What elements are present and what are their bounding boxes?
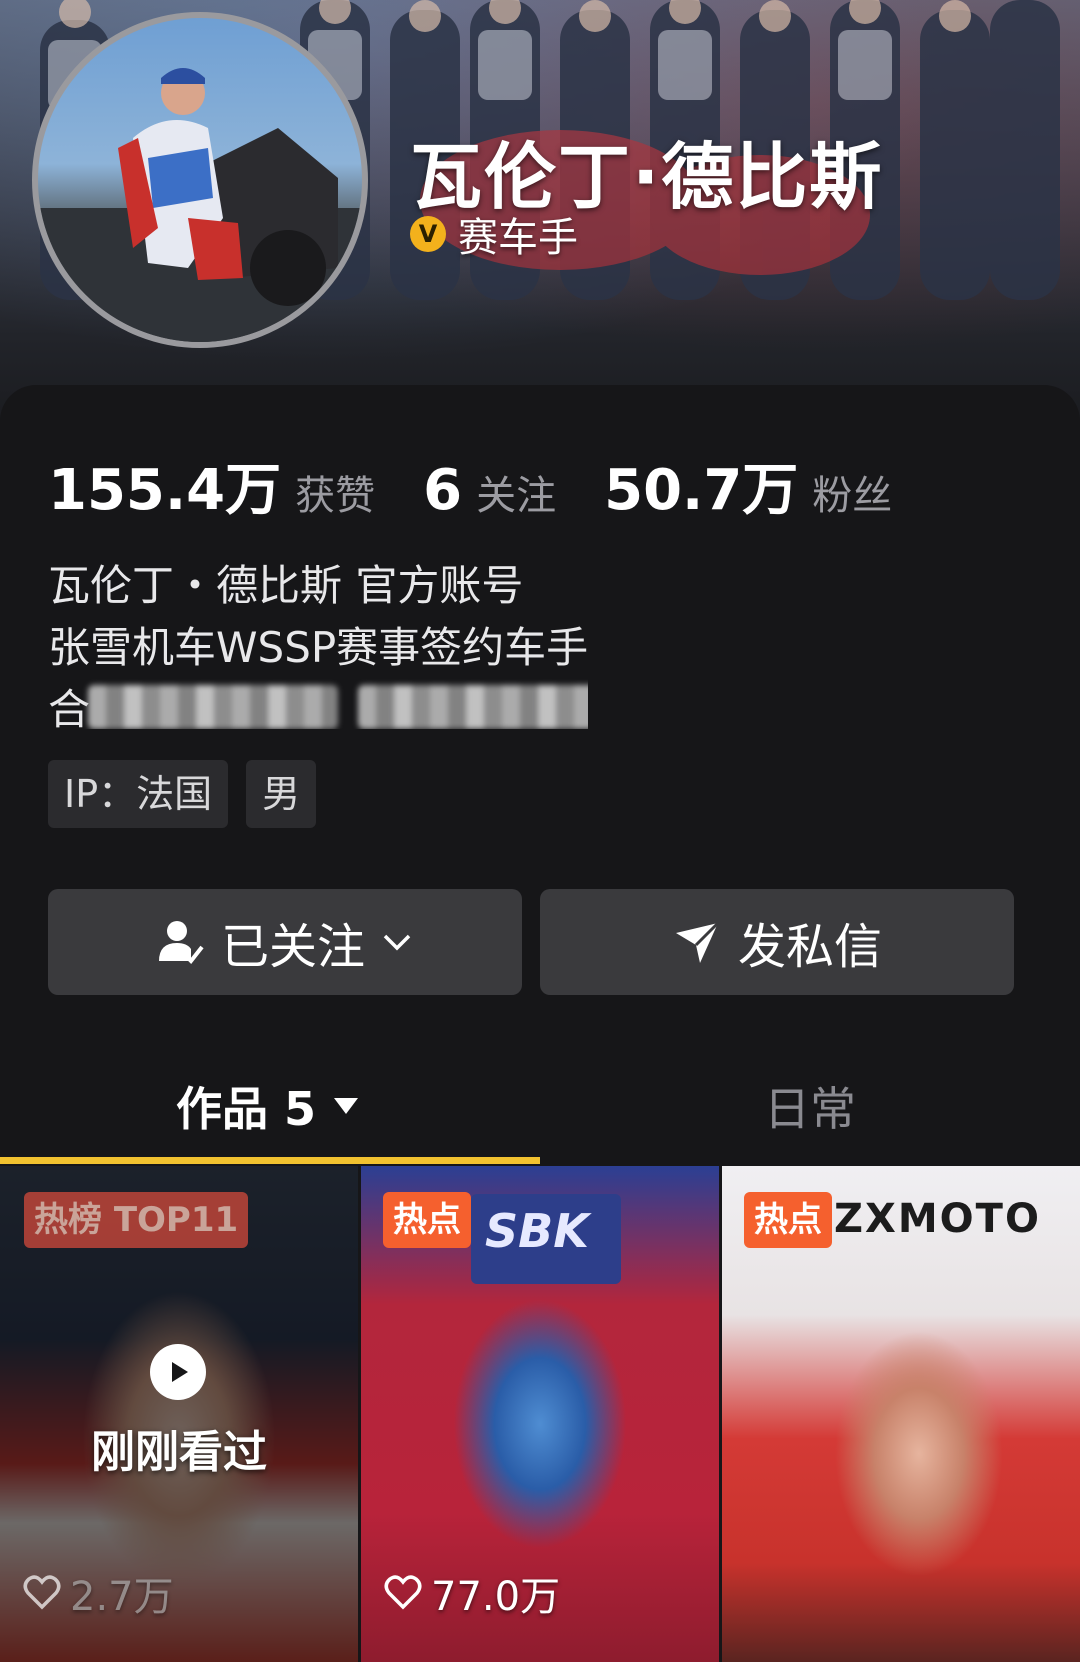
verified-badge-icon: V bbox=[410, 216, 446, 252]
stats-row: 155.4万 获赞 6 关注 50.7万 粉丝 bbox=[48, 445, 940, 526]
likes-label[interactable]: 获赞 bbox=[295, 463, 375, 521]
hot-rank-badge: 热榜 TOP11 bbox=[24, 1192, 249, 1248]
bio: 瓦伦丁・德比斯 官方账号 张雪机车WSSP赛事签约车手 合 om bbox=[48, 555, 589, 729]
send-message-button[interactable]: 发私信 bbox=[540, 889, 1014, 995]
heart-icon bbox=[384, 1575, 422, 1610]
bio-line-3-prefix: 合 bbox=[48, 685, 91, 729]
bio-line-3-redacted: 合 om bbox=[48, 679, 589, 729]
following-count[interactable]: 6 bbox=[423, 458, 462, 523]
video-likes-count: 77.0万 bbox=[431, 1574, 561, 1620]
avatar[interactable] bbox=[32, 12, 368, 348]
redaction-blur bbox=[88, 685, 338, 729]
tab-daily-label: 日常 bbox=[764, 1082, 856, 1136]
heart-icon bbox=[23, 1575, 61, 1610]
tab-daily[interactable]: 日常 bbox=[540, 1060, 1080, 1152]
recently-watched-label: 刚刚看过 bbox=[91, 1427, 267, 1478]
triangle-down-icon bbox=[334, 1098, 359, 1114]
video-likes: 77.0万 bbox=[383, 1564, 560, 1622]
followed-button-label: 已关注 bbox=[220, 919, 365, 975]
video-likes: 2.7万 bbox=[22, 1564, 174, 1622]
verification-row: V 赛车手 bbox=[410, 205, 578, 263]
tab-active-indicator bbox=[0, 1157, 540, 1164]
video-grid: 热榜 TOP11 刚刚看过 2.7万 SBK 热点 77.0万 ZXMOTO 热… bbox=[0, 1166, 1080, 1662]
play-icon bbox=[150, 1344, 206, 1400]
tab-works[interactable]: 作品 5 bbox=[0, 1060, 540, 1152]
video-thumbnail[interactable]: SBK 热点 77.0万 bbox=[361, 1166, 719, 1662]
video-thumbnail[interactable]: 热榜 TOP11 刚刚看过 2.7万 bbox=[0, 1166, 358, 1662]
ip-location-tag: IP：法国 bbox=[48, 760, 229, 828]
profile-tags: IP：法国 男 bbox=[48, 760, 334, 828]
redaction-blur bbox=[358, 685, 589, 729]
rider-avatar-image bbox=[38, 68, 362, 342]
profile-banner: 瓦伦丁·德比斯 V 赛车手 bbox=[0, 0, 1080, 420]
verified-label: 赛车手 bbox=[458, 215, 578, 261]
send-message-label: 发私信 bbox=[737, 919, 882, 975]
bio-line-2: 张雪机车WSSP赛事签约车手 bbox=[48, 623, 589, 672]
bio-line-1: 瓦伦丁・德比斯 官方账号 bbox=[48, 561, 524, 610]
following-label[interactable]: 关注 bbox=[476, 463, 556, 521]
chevron-down-icon bbox=[383, 934, 411, 951]
gender-tag: 男 bbox=[246, 760, 317, 828]
content-tabs: 作品 5 日常 bbox=[0, 1060, 1080, 1160]
video-thumbnail[interactable]: ZXMOTO 热点 bbox=[722, 1166, 1080, 1662]
likes-count[interactable]: 155.4万 bbox=[48, 445, 281, 526]
followers-count[interactable]: 50.7万 bbox=[604, 445, 798, 526]
tab-works-label: 作品 5 bbox=[175, 1082, 317, 1136]
user-check-icon bbox=[158, 921, 204, 965]
video-likes-count: 2.7万 bbox=[70, 1574, 174, 1620]
hot-badge: 热点 bbox=[383, 1192, 471, 1248]
paper-plane-icon bbox=[675, 921, 720, 963]
hot-badge: 热点 bbox=[744, 1192, 832, 1248]
sbk-logo: SBK bbox=[471, 1194, 621, 1284]
zxmoto-logo: ZXMOTO bbox=[834, 1196, 1041, 1242]
followers-label[interactable]: 粉丝 bbox=[812, 463, 892, 521]
followed-button[interactable]: 已关注 bbox=[48, 889, 522, 995]
